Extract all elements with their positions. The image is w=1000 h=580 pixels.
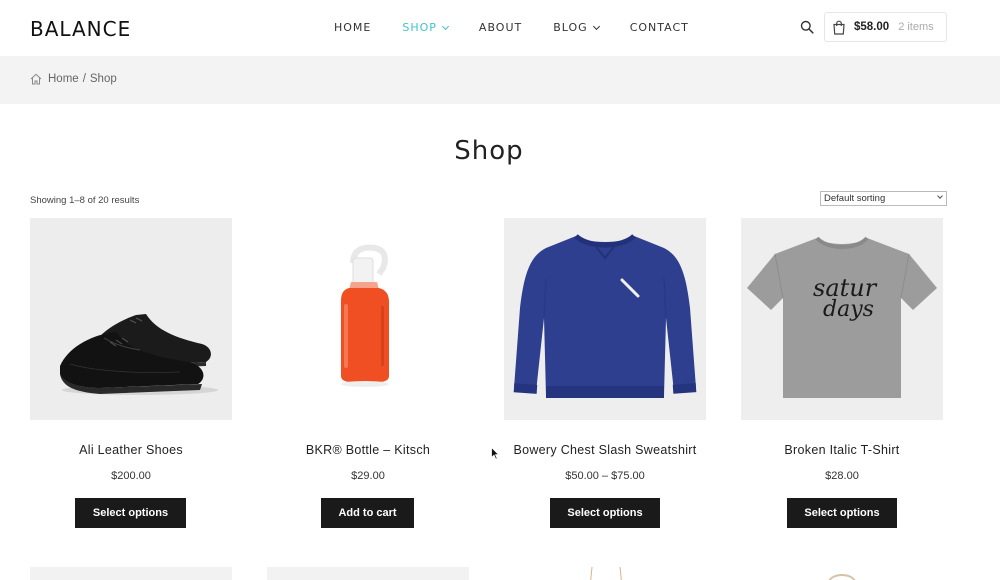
page-title: Shop xyxy=(454,136,524,166)
add-to-cart-button[interactable]: Add to cart xyxy=(321,498,414,528)
cart-button[interactable]: $58.00 2 items xyxy=(824,12,947,42)
ring-image xyxy=(828,574,856,580)
nav-item-about[interactable]: ABOUT xyxy=(479,21,522,34)
shopping-bag-icon xyxy=(833,20,845,35)
main-nav: HOME SHOP ABOUT BLOG CONTACT xyxy=(334,21,720,34)
product-title[interactable]: Bowery Chest Slash Sweatshirt xyxy=(504,443,706,457)
product-title[interactable]: Broken Italic T-Shirt xyxy=(741,443,943,457)
product-card: satur days Broken Italic T-Shirt $28.00 … xyxy=(741,218,943,528)
select-options-button[interactable]: Select options xyxy=(75,498,186,528)
nav-item-shop[interactable]: SHOP xyxy=(402,21,449,34)
product-card: BKR® Bottle – Kitsch $29.00 Add to cart xyxy=(267,218,469,528)
nav-item-label: SHOP xyxy=(402,21,437,34)
necklace-image xyxy=(590,566,622,580)
product-image-row2[interactable] xyxy=(267,567,469,580)
breadcrumb-home-link[interactable]: Home xyxy=(48,73,79,85)
select-options-button[interactable]: Select options xyxy=(550,498,660,528)
breadcrumb-separator: / xyxy=(82,73,86,85)
result-count: Showing 1–8 of 20 results xyxy=(30,195,140,206)
product-price: $28.00 xyxy=(825,470,859,482)
chevron-down-icon xyxy=(592,22,600,30)
product-image-bottle[interactable] xyxy=(267,218,469,420)
nav-item-contact[interactable]: CONTACT xyxy=(630,21,689,34)
home-icon[interactable] xyxy=(30,73,42,85)
nav-item-label: CONTACT xyxy=(629,21,689,34)
chevron-down-icon xyxy=(937,193,943,199)
product-price: $29.00 xyxy=(351,470,385,482)
bottle-image xyxy=(341,244,389,387)
cart-item-count: 2 items xyxy=(898,21,934,33)
product-image-tshirt[interactable]: satur days xyxy=(741,218,943,420)
nav-item-home[interactable]: HOME xyxy=(334,21,371,34)
nav-item-label: BLOG xyxy=(553,21,588,34)
svg-text:days: days xyxy=(823,297,874,322)
chevron-down-icon xyxy=(441,22,449,30)
product-title[interactable]: BKR® Bottle – Kitsch xyxy=(267,443,469,457)
product-price: $200.00 xyxy=(111,470,151,482)
product-price: $50.00 – $75.00 xyxy=(565,470,645,482)
breadcrumb-current: Shop xyxy=(89,73,117,85)
nav-item-blog[interactable]: BLOG xyxy=(553,21,600,34)
breadcrumb-bar: Home / Shop xyxy=(0,56,1000,104)
search-icon[interactable] xyxy=(800,20,814,34)
shoes-image xyxy=(60,314,218,395)
site-logo[interactable]: BALANCE xyxy=(30,17,131,41)
product-card: Ali Leather Shoes $200.00 Select options xyxy=(30,218,232,528)
product-image-shoes[interactable] xyxy=(30,218,232,420)
sorting-select-value: Default sorting xyxy=(824,193,886,204)
product-card: Bowery Chest Slash Sweatshirt $50.00 – $… xyxy=(504,218,706,528)
product-image-row2[interactable] xyxy=(741,567,943,580)
product-image-row2[interactable] xyxy=(504,566,706,580)
product-title[interactable]: Ali Leather Shoes xyxy=(30,443,232,457)
select-options-button[interactable]: Select options xyxy=(787,498,897,528)
sweatshirt-image xyxy=(513,234,697,398)
product-image-row2[interactable] xyxy=(30,567,232,580)
sorting-select[interactable]: Default sorting xyxy=(820,191,947,206)
tshirt-image: satur days xyxy=(747,236,937,398)
site-header: BALANCE HOME SHOP ABOUT BLOG CONTACT $58… xyxy=(0,0,1000,56)
nav-item-label: ABOUT xyxy=(478,21,523,34)
cart-total: $58.00 xyxy=(854,21,890,33)
nav-item-label: HOME xyxy=(334,21,372,34)
mouse-pointer-icon xyxy=(491,447,499,460)
product-image-sweatshirt[interactable] xyxy=(504,218,706,420)
breadcrumb: Home / Shop xyxy=(30,73,117,85)
